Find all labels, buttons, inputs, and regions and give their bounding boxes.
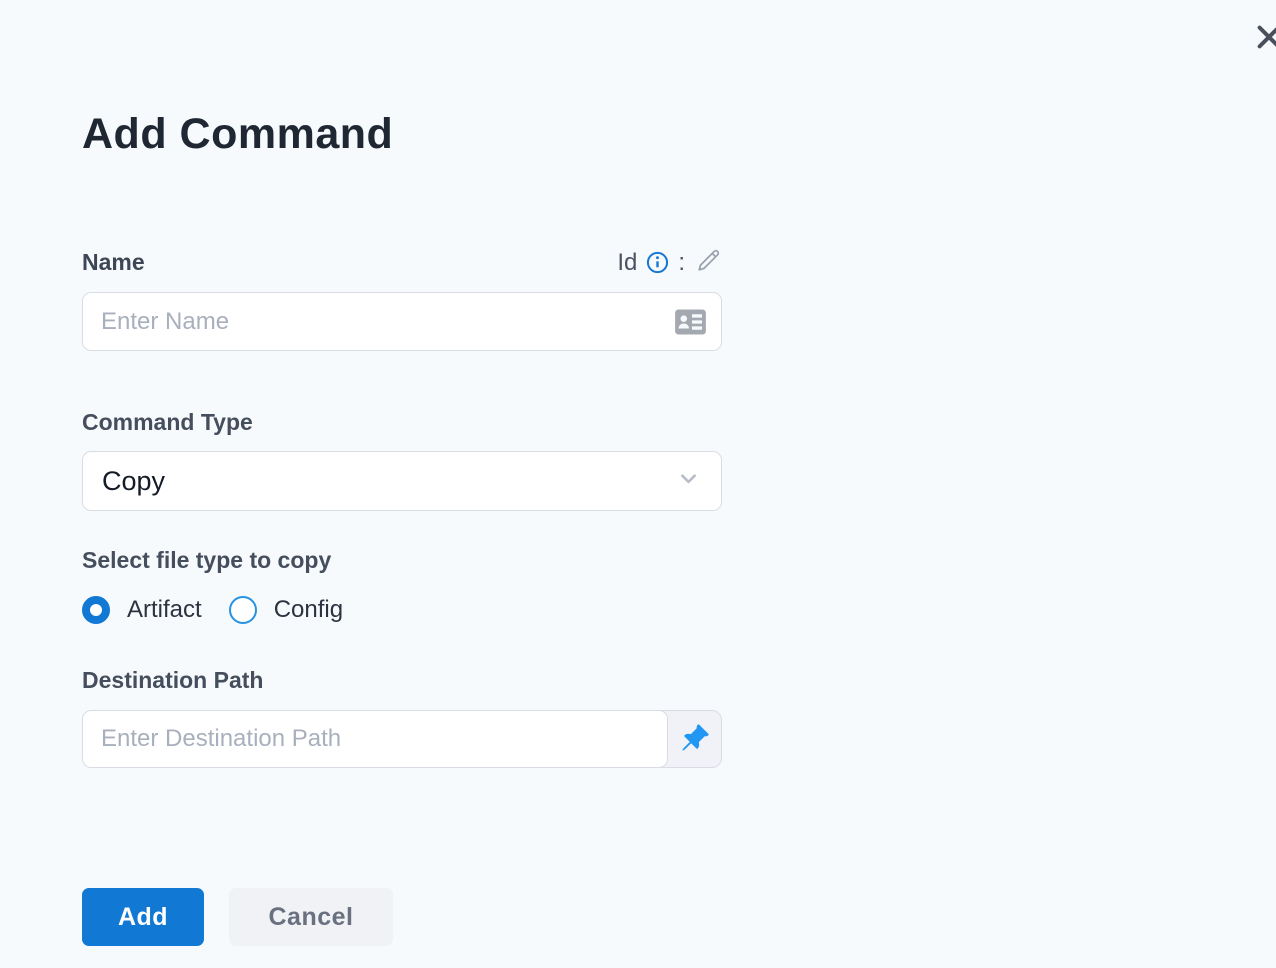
close-button[interactable] <box>1253 22 1276 54</box>
chevron-down-icon <box>675 465 702 497</box>
add-command-form: Name Id : Enter Name Command Type Copy S… <box>82 247 722 946</box>
destination-path-input[interactable] <box>82 710 668 768</box>
command-type-field: Command Type Copy <box>82 409 722 511</box>
pin-path-button[interactable] <box>668 711 721 767</box>
name-field: Name Id : <box>82 247 722 351</box>
radio-config[interactable] <box>228 596 257 624</box>
add-button[interactable]: Add <box>82 888 204 946</box>
pencil-icon <box>694 247 722 278</box>
idcard-icon <box>675 309 706 334</box>
command-type-label: Command Type <box>82 409 253 435</box>
radio-artifact[interactable] <box>82 596 110 624</box>
pushpin-icon <box>680 723 710 756</box>
add-command-panel: Add Command Name Id : Enter Name Command… <box>0 0 1276 968</box>
page-title: Add Command <box>82 110 394 158</box>
radio-option-artifact[interactable]: Artifact <box>82 596 202 624</box>
cancel-button[interactable]: Cancel <box>229 888 393 946</box>
command-type-select[interactable]: Copy <box>82 451 722 511</box>
id-label: Id <box>617 248 638 276</box>
radio-artifact-label: Artifact <box>127 596 202 623</box>
close-icon <box>1254 25 1276 55</box>
command-type-value: Copy <box>102 465 166 496</box>
file-type-radio-group: Artifact Config <box>82 596 722 624</box>
destination-path-label: Destination Path <box>82 667 264 693</box>
info-circle-icon[interactable] <box>646 251 669 274</box>
name-label: Name <box>82 249 145 275</box>
file-type-field: Select file type to copy Artifact Config <box>82 547 722 624</box>
edit-id-button[interactable] <box>694 247 722 278</box>
name-input[interactable] <box>82 292 722 351</box>
radio-option-config[interactable]: Config <box>228 596 344 624</box>
name-input-wrap <box>82 292 722 351</box>
id-separator: : <box>678 248 685 276</box>
action-buttons: Add Cancel <box>82 888 722 946</box>
id-group: Id : <box>617 247 722 278</box>
name-label-row: Name Id : <box>82 247 722 278</box>
file-type-label: Select file type to copy <box>82 547 332 573</box>
destination-path-input-group <box>82 710 722 768</box>
radio-config-label: Config <box>273 596 344 623</box>
destination-path-field: Destination Path <box>82 667 722 768</box>
